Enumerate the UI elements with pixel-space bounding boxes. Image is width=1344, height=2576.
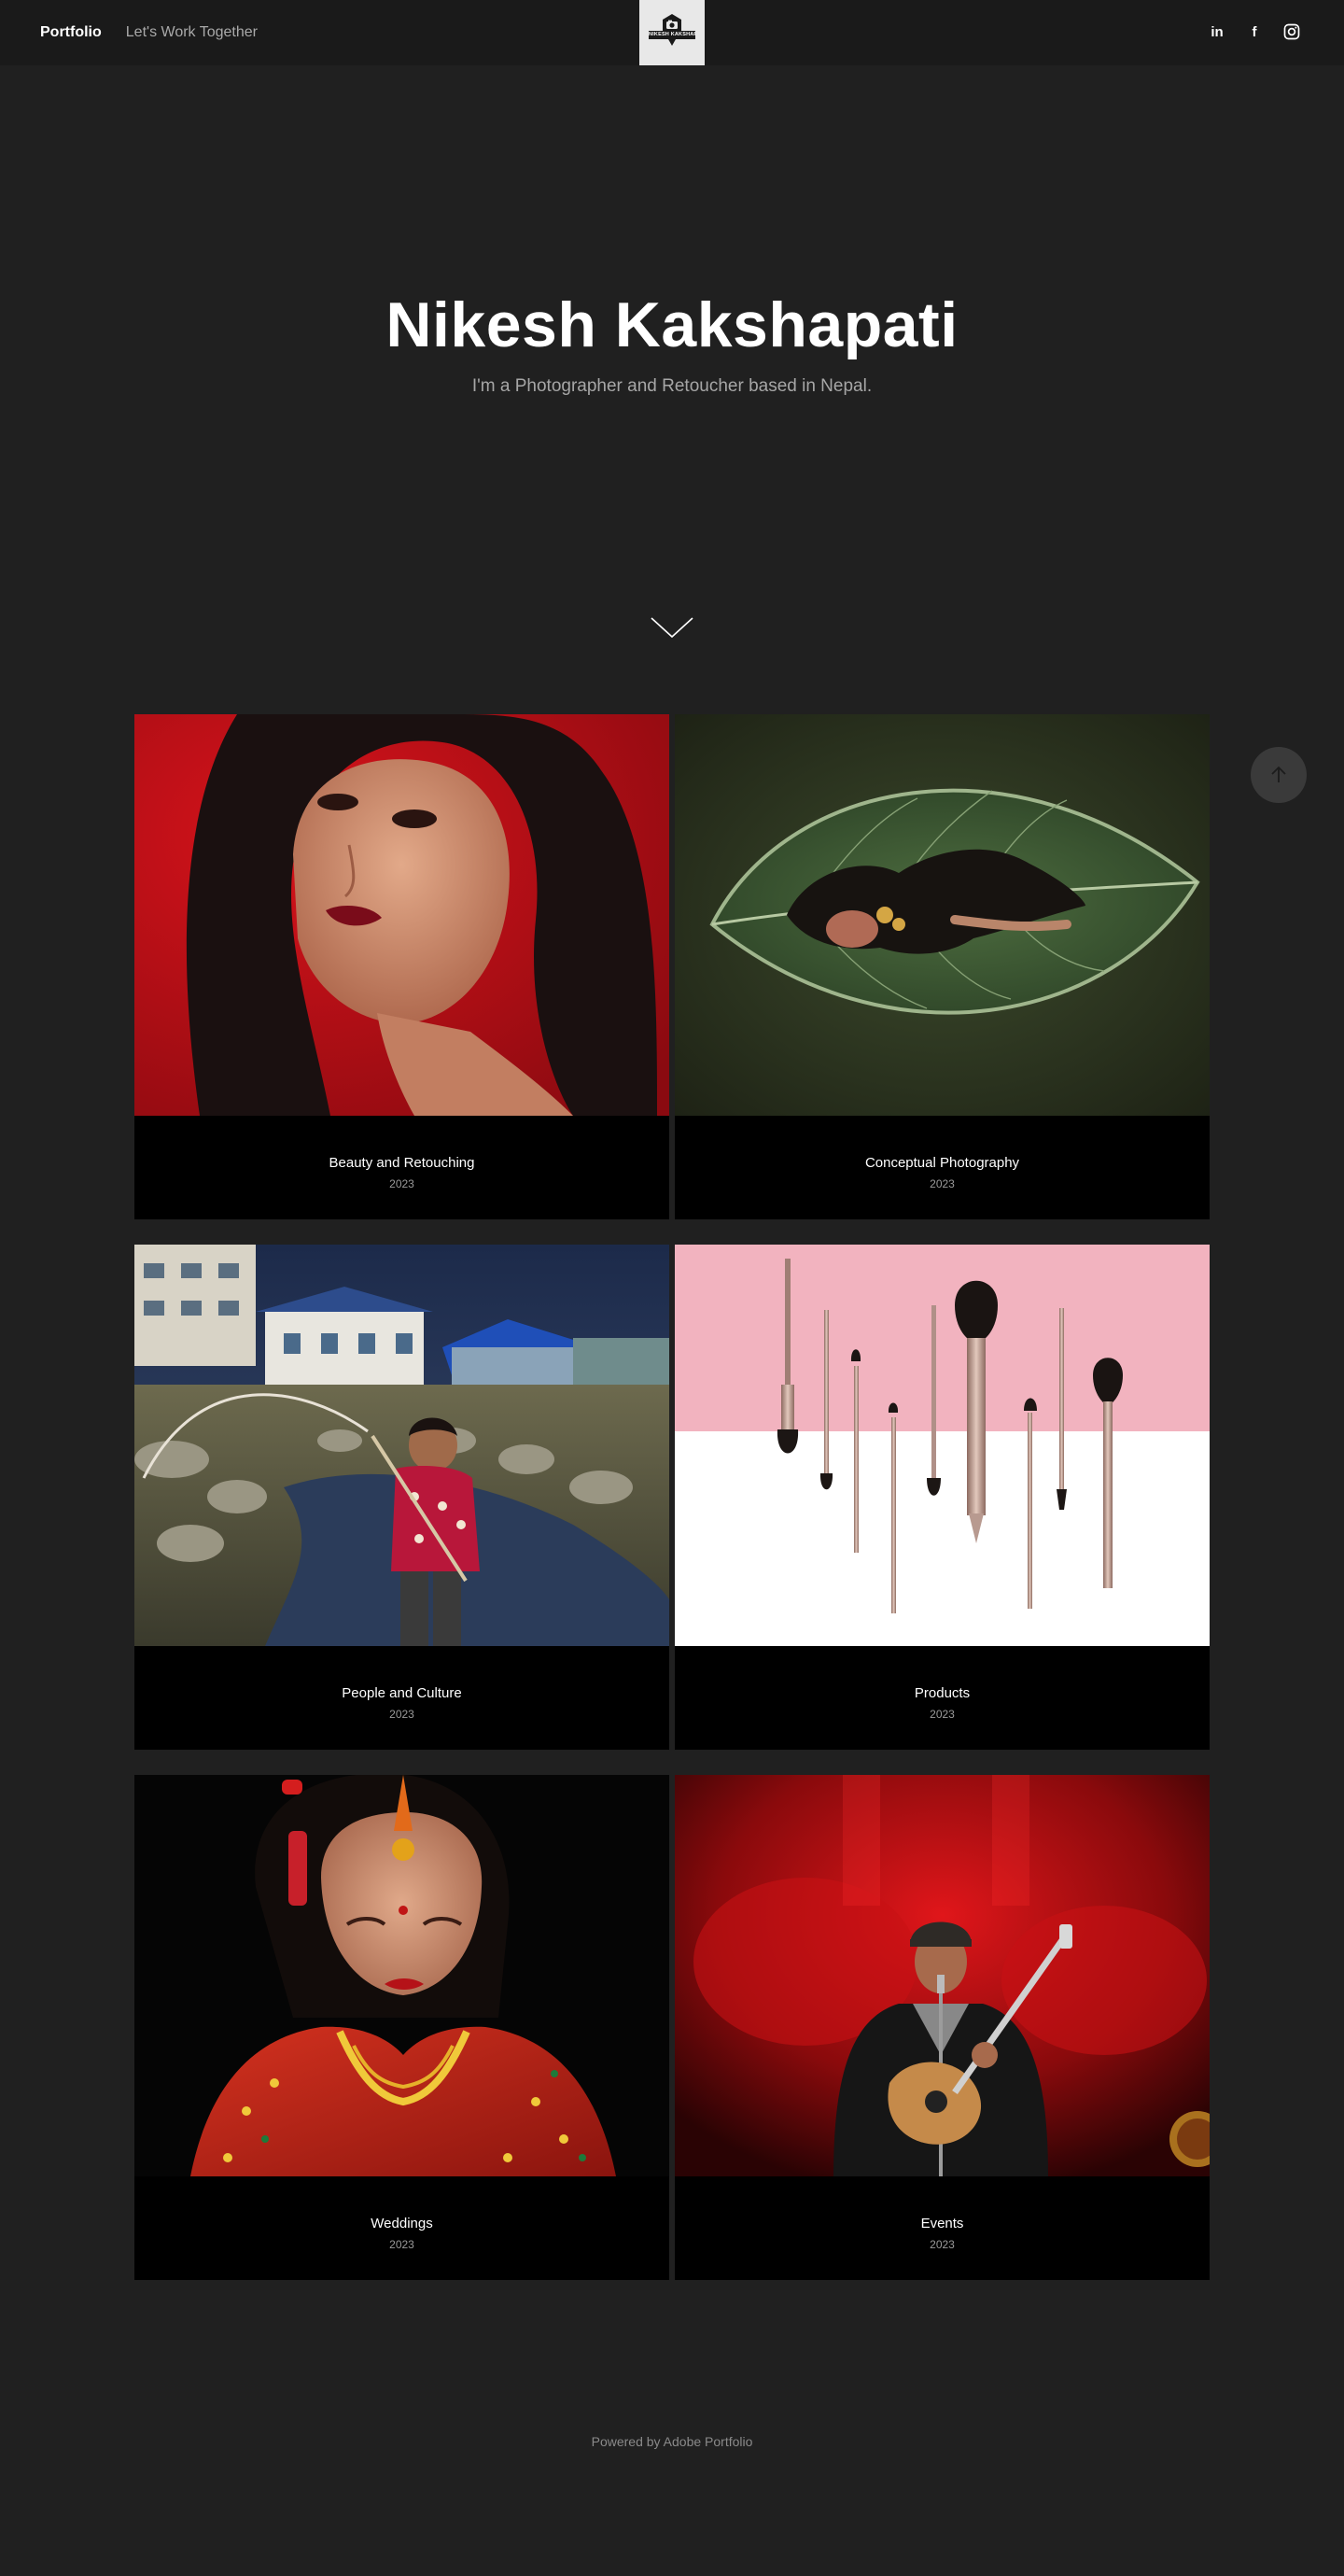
project-year: 2023 [930,2238,955,2251]
project-cover-beauty [134,714,669,1116]
project-year: 2023 [930,1708,955,1721]
primary-nav: Portfolio Let's Work Together [40,24,258,41]
facebook-glyph: f [1252,23,1257,40]
project-year: 2023 [389,2238,414,2251]
project-card-events[interactable]: Events 2023 [675,1775,1210,2280]
facebook-icon[interactable]: f [1245,21,1264,42]
instagram-icon[interactable] [1282,21,1301,42]
logo-text: NIKESH KAKSHAPATI [649,31,695,39]
back-to-top-button[interactable] [1251,747,1307,803]
project-card-conceptual[interactable]: Conceptual Photography 2023 [675,714,1210,1219]
project-card-beauty[interactable]: Beauty and Retouching 2023 [134,714,669,1219]
nav-link-work-together[interactable]: Let's Work Together [126,24,258,41]
linkedin-icon[interactable]: in [1208,21,1226,42]
hero-title: Nikesh Kakshapati [385,289,959,360]
project-title: Weddings [371,2216,433,2231]
project-title: Beauty and Retouching [329,1155,475,1171]
project-title: People and Culture [342,1685,462,1701]
project-cover-events [675,1775,1210,2176]
project-cover-people [134,1245,669,1646]
project-card-weddings[interactable]: Weddings 2023 [134,1775,669,2280]
linkedin-glyph: in [1211,23,1224,40]
project-card-products[interactable]: Products 2023 [675,1245,1210,1750]
project-cover-weddings [134,1775,669,2176]
project-title: Events [920,2216,964,2231]
project-year: 2023 [389,1177,414,1190]
social-links: in f [1208,21,1301,42]
arrow-up-icon [1271,766,1286,782]
project-title: Conceptual Photography [864,1155,1020,1171]
nav-link-portfolio[interactable]: Portfolio [40,24,102,41]
project-year: 2023 [930,1177,955,1190]
scroll-down-chevron-icon[interactable] [650,614,694,642]
project-year: 2023 [389,1708,414,1721]
camera-badge-logo: NIKESH KAKSHAPATI [646,12,698,53]
site-logo[interactable]: NIKESH KAKSHAPATI [639,0,705,65]
project-cover-products [675,1245,1210,1646]
project-title: Products [914,1685,971,1701]
project-cover-conceptual [675,714,1210,1116]
footer-powered-by[interactable]: Powered by Adobe Portfolio [0,2433,1344,2450]
hero-subtitle: I'm a Photographer and Retoucher based i… [471,376,873,396]
project-card-people[interactable]: People and Culture 2023 [134,1245,669,1750]
top-navigation: Portfolio Let's Work Together NIKESH KAK… [0,0,1344,65]
instagram-glyph [1283,23,1300,40]
